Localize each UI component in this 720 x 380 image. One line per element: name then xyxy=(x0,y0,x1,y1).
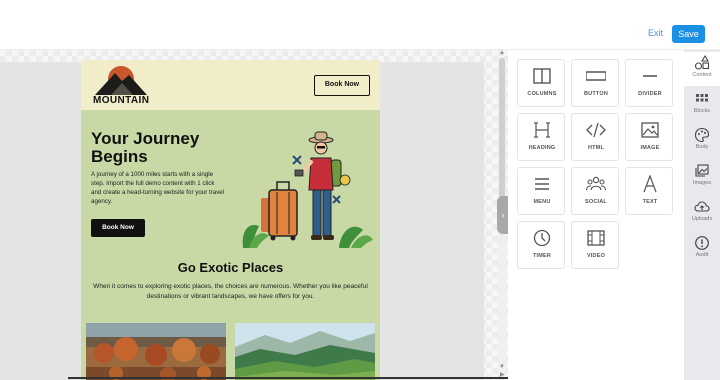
tool-label: TEXT xyxy=(642,199,658,205)
mountain-logo-icon xyxy=(95,66,147,95)
section-title: Go Exotic Places xyxy=(177,260,284,275)
tool-video[interactable]: VIDEO xyxy=(571,221,619,269)
scroll-right-arrow-icon[interactable]: ▶ xyxy=(500,371,505,378)
tool-columns[interactable]: COLUMNS xyxy=(517,59,565,107)
tool-menu[interactable]: MENU xyxy=(517,167,565,215)
editor-canvas[interactable]: MOUNTAIN Book Now Your Journey Begins A … xyxy=(0,50,518,380)
traveler-illustration xyxy=(242,131,373,248)
hero-book-now-button[interactable]: Book Now xyxy=(91,219,145,237)
nav-label: Uploads xyxy=(691,216,713,222)
green-hills-image xyxy=(235,323,375,380)
content-shapes-icon xyxy=(694,55,710,70)
tool-html[interactable]: HTML xyxy=(571,113,619,161)
divider-icon xyxy=(643,75,657,77)
nav-label: Content xyxy=(692,72,712,78)
tool-label: TIMER xyxy=(532,253,552,259)
images-icon xyxy=(695,164,709,177)
right-sidebar-nav: Content Blocks Body Images Uploads Audit xyxy=(684,50,720,380)
nav-label: Audit xyxy=(695,252,709,258)
blocks-grid-icon xyxy=(696,94,708,102)
tool-label: HEADING xyxy=(528,145,556,151)
tool-button[interactable]: BUTTON xyxy=(571,59,619,107)
tool-label: MENU xyxy=(533,199,551,205)
canvas-scrollbar-thumb[interactable] xyxy=(499,58,505,208)
nav-item-images[interactable]: Images xyxy=(684,160,720,194)
scroll-up-arrow-icon[interactable]: ▲ xyxy=(499,50,505,56)
nav-item-blocks[interactable]: Blocks xyxy=(684,88,720,122)
tool-label: IMAGE xyxy=(640,145,660,151)
tool-image[interactable]: IMAGE xyxy=(625,113,673,161)
tool-label: VIDEO xyxy=(586,253,606,259)
image-icon xyxy=(641,122,659,138)
palette-icon xyxy=(694,127,710,143)
email-header[interactable]: MOUNTAIN Book Now xyxy=(81,60,380,110)
logo-text: MOUNTAIN xyxy=(93,95,150,106)
html-code-icon xyxy=(586,122,606,138)
nav-item-content[interactable]: Content xyxy=(684,52,720,86)
cloud-upload-icon xyxy=(694,201,710,212)
text-icon xyxy=(643,175,657,193)
tool-social[interactable]: SOCIAL xyxy=(571,167,619,215)
save-button[interactable]: Save xyxy=(672,25,705,43)
tool-timer[interactable]: TIMER xyxy=(517,221,565,269)
tool-label: HTML xyxy=(587,145,605,151)
heading-icon xyxy=(534,122,550,138)
hero-title: Your Journey Begins xyxy=(91,129,200,166)
top-bar: Exit Save xyxy=(0,0,720,50)
autumn-landscape-image xyxy=(86,323,226,380)
nav-label: Blocks xyxy=(693,108,711,114)
exit-link[interactable]: Exit xyxy=(648,28,663,38)
columns-icon xyxy=(533,68,551,84)
content-tools-panel: COLUMNS BUTTON DIVIDER HEADING HTML IMAG… xyxy=(508,50,684,380)
email-preview[interactable]: MOUNTAIN Book Now Your Journey Begins A … xyxy=(81,60,380,380)
header-book-now-button[interactable]: Book Now xyxy=(314,75,370,96)
nav-label: Images xyxy=(692,180,712,186)
nav-label: Body xyxy=(695,144,709,150)
tool-label: DIVIDER xyxy=(638,91,662,97)
section-text: When it comes to exploring exotic places… xyxy=(93,283,368,300)
tool-heading[interactable]: HEADING xyxy=(517,113,565,161)
hero-text: A journey of a 1000 miles starts with a … xyxy=(91,171,225,205)
canvas-bottom-line xyxy=(68,377,508,379)
nav-item-body[interactable]: Body xyxy=(684,124,720,158)
scroll-down-arrow-icon[interactable]: ▼ xyxy=(499,364,505,370)
tool-label: SOCIAL xyxy=(585,199,607,205)
button-icon xyxy=(586,71,606,81)
tool-label: BUTTON xyxy=(583,91,608,97)
alert-circle-icon xyxy=(695,236,709,250)
nav-item-uploads[interactable]: Uploads xyxy=(684,196,720,230)
social-icon xyxy=(586,176,606,191)
nav-item-audit[interactable]: Audit xyxy=(684,232,720,266)
video-icon xyxy=(587,230,605,246)
tool-text[interactable]: TEXT xyxy=(625,167,673,215)
timer-icon xyxy=(533,229,551,247)
menu-icon xyxy=(535,178,549,190)
tool-divider[interactable]: DIVIDER xyxy=(625,59,673,107)
tool-label: COLUMNS xyxy=(527,91,557,97)
email-editor: Exit Save MOUNTAIN Book Now Your Journey… xyxy=(0,0,720,380)
